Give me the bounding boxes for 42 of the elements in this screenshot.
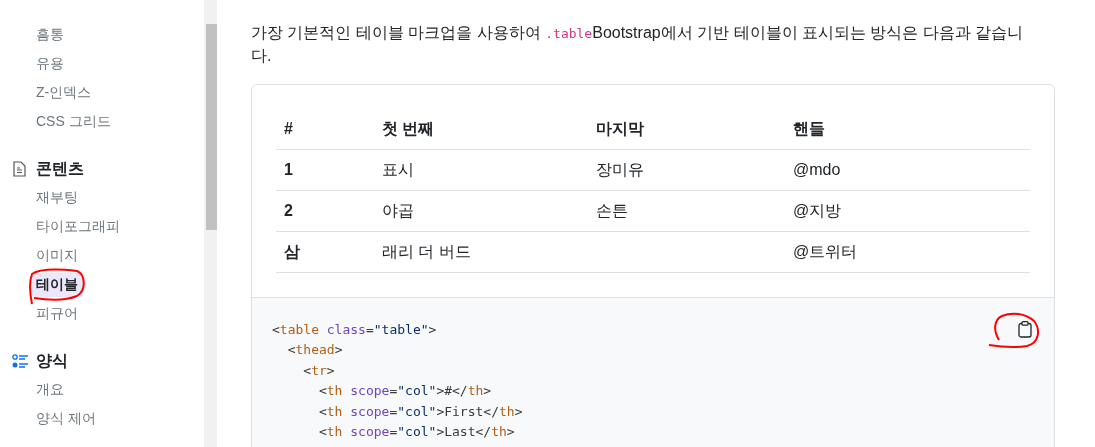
- sidebar-heading: 양식: [36, 351, 68, 371]
- sidebar-link[interactable]: 타이포그래피: [31, 214, 125, 239]
- sidebar-link[interactable]: 양식 제어: [31, 406, 101, 431]
- column-header: #: [276, 109, 374, 149]
- annotation-scribble: [987, 312, 1042, 350]
- table-cell: 래리 더 버드: [382, 242, 471, 260]
- column-header: 첫 번째: [374, 109, 588, 149]
- table-cell: @지방: [793, 201, 842, 219]
- table-cell: 삼: [284, 242, 300, 260]
- code-line: <table class="table">: [272, 320, 437, 339]
- sidebar-link[interactable]: 유용: [31, 51, 69, 76]
- sidebar-link[interactable]: Z-인덱스: [31, 80, 97, 105]
- copy-button[interactable]: [1016, 319, 1034, 340]
- table-cell: 장미유: [596, 160, 644, 178]
- table-cell: 2: [284, 201, 293, 219]
- table-cell: 손튼: [596, 201, 628, 219]
- sidebar-link[interactable]: 개요: [31, 377, 69, 402]
- table-cell: 야곱: [382, 201, 414, 219]
- sidebar-link[interactable]: 피규어: [31, 301, 83, 326]
- sidebar-link[interactable]: 테이블: [31, 272, 83, 297]
- column-header: 핸들: [785, 109, 1030, 149]
- code-line: <thead>: [286, 341, 343, 359]
- column-header: 마지막: [588, 109, 785, 149]
- code-line: <th scope="col">First</th>: [317, 402, 523, 421]
- document-icon: [12, 161, 26, 177]
- table-cell: 표시: [382, 160, 414, 178]
- scrollbar-thumb[interactable]: [206, 24, 218, 230]
- table-cell: 1: [284, 160, 293, 178]
- list-icon: [12, 353, 28, 369]
- code-line: <th scope="col">Last</th>: [317, 423, 515, 441]
- sidebar-link[interactable]: 재부팅: [31, 185, 83, 210]
- sidebar-link[interactable]: 이미지: [31, 243, 83, 268]
- sidebar-link[interactable]: CSS 그리드: [31, 109, 116, 134]
- table-cell: @mdo: [793, 160, 841, 178]
- code-line: <tr>: [302, 361, 335, 380]
- sidebar-heading: 콘텐츠: [36, 159, 84, 179]
- clipboard-icon: [1018, 321, 1032, 338]
- code-line: <th scope="col">#</th>: [317, 382, 492, 400]
- sidebar-link[interactable]: 흠통: [31, 22, 69, 47]
- annotation-scribble: [29, 268, 87, 305]
- table-cell: @트위터: [793, 242, 858, 260]
- intro-paragraph: 가장 기본적인 테이블 마크업을 사용하여 .tableBootstrap에서 기반 테이블이 표시되는 방식은 다음과 같습니다.: [251, 23, 1025, 66]
